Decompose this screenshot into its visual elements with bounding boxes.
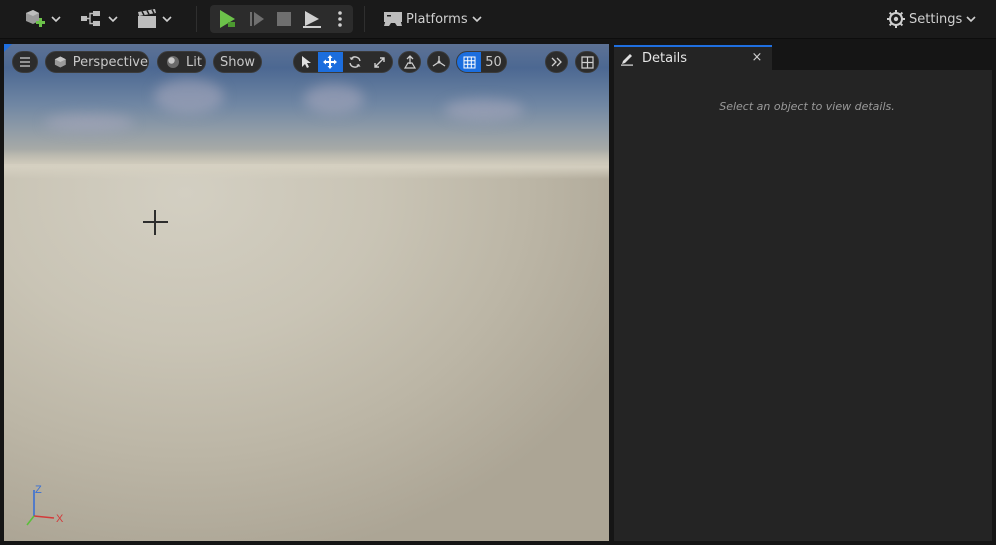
view-mode-button[interactable]: Perspective — [45, 51, 149, 73]
layout-grid-icon — [580, 55, 594, 69]
toolbar-divider — [364, 6, 365, 32]
gamepad-icon — [384, 12, 402, 26]
hamburger-menu-icon — [20, 57, 30, 67]
coordinate-system-button[interactable] — [427, 51, 450, 73]
settings-button[interactable]: Settings — [886, 6, 977, 32]
cube-icon — [54, 56, 66, 68]
lit-mode-button[interactable]: Lit — [157, 51, 206, 73]
play-button[interactable] — [216, 9, 238, 29]
details-tab-title: Details — [642, 51, 688, 66]
show-label: Show — [219, 54, 256, 70]
grid-snap-toggle[interactable] — [457, 52, 482, 72]
viewport-layout-button[interactable] — [575, 51, 599, 73]
select-mode-button[interactable] — [294, 52, 318, 72]
axis-gizmo: Z X — [26, 484, 64, 526]
close-icon[interactable]: × — [750, 50, 764, 65]
play-controls — [210, 5, 353, 33]
grid-snap-control: 50 — [456, 51, 507, 73]
crosshair — [154, 210, 156, 235]
play-icon — [220, 10, 235, 28]
view-mode-label: Perspective — [72, 54, 148, 70]
axis-z-label: Z — [35, 484, 42, 496]
surface-snapping-button[interactable] — [398, 51, 421, 73]
chevron-down-icon — [108, 16, 118, 23]
more-options-button[interactable] — [329, 9, 351, 29]
coordinate-axes-icon — [432, 56, 445, 67]
add-actor-icon — [26, 10, 45, 27]
lit-label: Lit — [186, 54, 202, 70]
cursor-arrow-icon — [301, 56, 311, 68]
chevron-down-icon — [162, 16, 172, 23]
platforms-label: Platforms — [406, 11, 468, 27]
advance-frame-button[interactable] — [246, 9, 268, 29]
transform-tools — [293, 51, 393, 73]
pencil-icon — [621, 53, 633, 66]
level-viewport[interactable]: Perspective Lit Show 50 Z X — [4, 44, 609, 541]
surface-snap-icon — [403, 55, 416, 69]
stop-button[interactable] — [273, 9, 295, 29]
translate-mode-button[interactable] — [317, 52, 343, 72]
chevron-down-icon — [472, 16, 482, 23]
blueprint-button[interactable] — [80, 6, 119, 32]
grid-icon — [463, 56, 475, 68]
gear-icon — [887, 10, 905, 28]
viewport-horizon — [4, 149, 609, 179]
viewport-active-indicator — [4, 44, 12, 52]
scale-mode-button[interactable] — [367, 52, 392, 72]
eject-icon — [303, 11, 321, 28]
add-actor-button[interactable] — [23, 6, 62, 32]
details-empty-message: Select an object to view details. — [719, 100, 895, 113]
grid-snap-value[interactable]: 50 — [481, 52, 506, 72]
move-arrows-icon — [323, 55, 338, 69]
expand-toolbar-button[interactable] — [545, 51, 568, 73]
scale-icon — [374, 56, 385, 68]
chevron-down-icon — [51, 16, 61, 23]
eject-button[interactable] — [301, 9, 323, 29]
blueprint-icon — [81, 11, 100, 26]
rotate-icon — [349, 56, 361, 68]
advance-frame-icon — [250, 12, 264, 26]
main-toolbar: Platforms Settings — [0, 0, 996, 39]
chevron-down-icon — [966, 16, 976, 23]
show-button[interactable]: Show — [213, 51, 262, 73]
rotate-mode-button[interactable] — [343, 52, 368, 72]
clapperboard-icon — [138, 9, 156, 28]
platforms-button[interactable]: Platforms — [383, 6, 483, 32]
tab-details[interactable]: Details × — [614, 45, 772, 70]
details-panel: Details × Select an object to view detai… — [614, 44, 992, 541]
stop-icon — [277, 12, 291, 26]
more-options-icon — [338, 11, 342, 27]
double-chevron-right-icon — [551, 57, 562, 67]
lit-sphere-icon — [167, 56, 179, 68]
details-tab-bar: Details × — [614, 44, 992, 70]
toolbar-divider — [196, 6, 197, 32]
settings-label: Settings — [909, 11, 963, 27]
axis-x-label: X — [56, 513, 64, 525]
viewport-menu-button[interactable] — [12, 51, 38, 73]
cinematics-button[interactable] — [136, 6, 173, 32]
